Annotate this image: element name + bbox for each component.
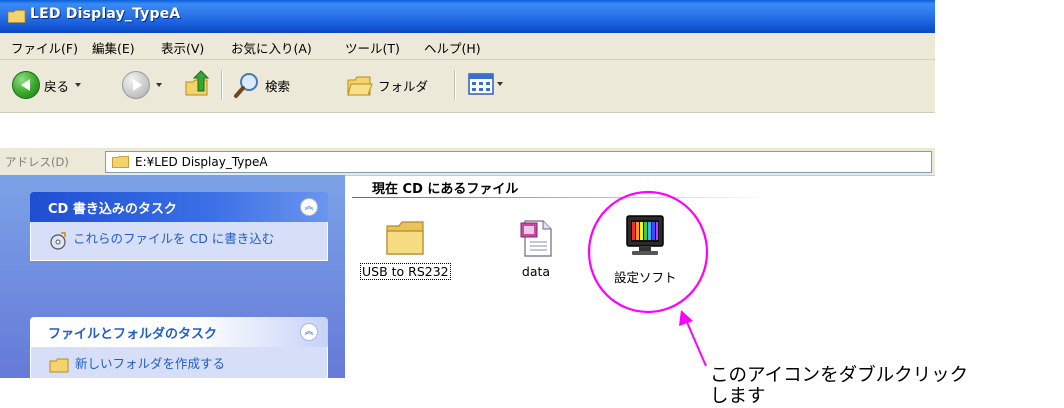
annotation-overlay: [587, 190, 709, 367]
highlight-circle: [587, 190, 709, 314]
annotation-line-1: このアイコンをダブルクリック: [710, 365, 969, 386]
pointer-arrow: [679, 310, 707, 367]
annotation-text: このアイコンをダブルクリック します: [710, 365, 968, 408]
annotation-line-2: します: [710, 386, 766, 408]
